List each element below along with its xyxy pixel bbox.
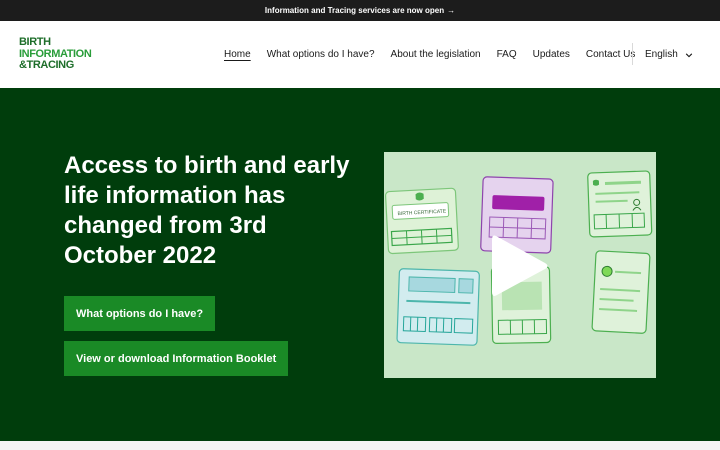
hero-section: Access to birth and early life informati…	[0, 88, 720, 441]
nav-item-home[interactable]: Home	[224, 49, 251, 60]
nav-item-faq[interactable]: FAQ	[497, 49, 517, 60]
announcement-link[interactable]: Information and Tracing services are now…	[265, 6, 444, 15]
nav-item-updates[interactable]: Updates	[533, 49, 570, 60]
next-section	[0, 441, 720, 450]
nav-item-options[interactable]: What options do I have?	[267, 49, 375, 60]
booklet-button[interactable]: View or download Information Booklet	[64, 341, 289, 376]
main-nav: Home What options do I have? About the l…	[224, 21, 651, 88]
logo-line-1: BIRTH	[19, 36, 51, 48]
language-selector[interactable]: English	[645, 21, 693, 88]
language-label: English	[645, 49, 678, 60]
options-button[interactable]: What options do I have?	[64, 296, 216, 331]
nav-divider	[632, 43, 633, 65]
play-icon[interactable]	[490, 232, 550, 300]
intro-video[interactable]: BIRTH CERTIFICATE	[384, 152, 656, 378]
site-logo[interactable]: BIRTH INFORMATION &TRACING	[19, 36, 115, 75]
logo-line-3: &TRACING	[19, 59, 74, 71]
chevron-down-icon	[685, 52, 693, 57]
hero-heading: Access to birth and early life informati…	[64, 152, 350, 269]
arrow-right-icon: →	[447, 6, 456, 15]
announcement-bar[interactable]: Information and Tracing services are now…	[0, 0, 720, 21]
nav-item-legislation[interactable]: About the legislation	[391, 49, 481, 60]
site-header: BIRTH INFORMATION &TRACING Home What opt…	[0, 21, 720, 88]
nav-item-contact[interactable]: Contact Us	[586, 49, 635, 60]
